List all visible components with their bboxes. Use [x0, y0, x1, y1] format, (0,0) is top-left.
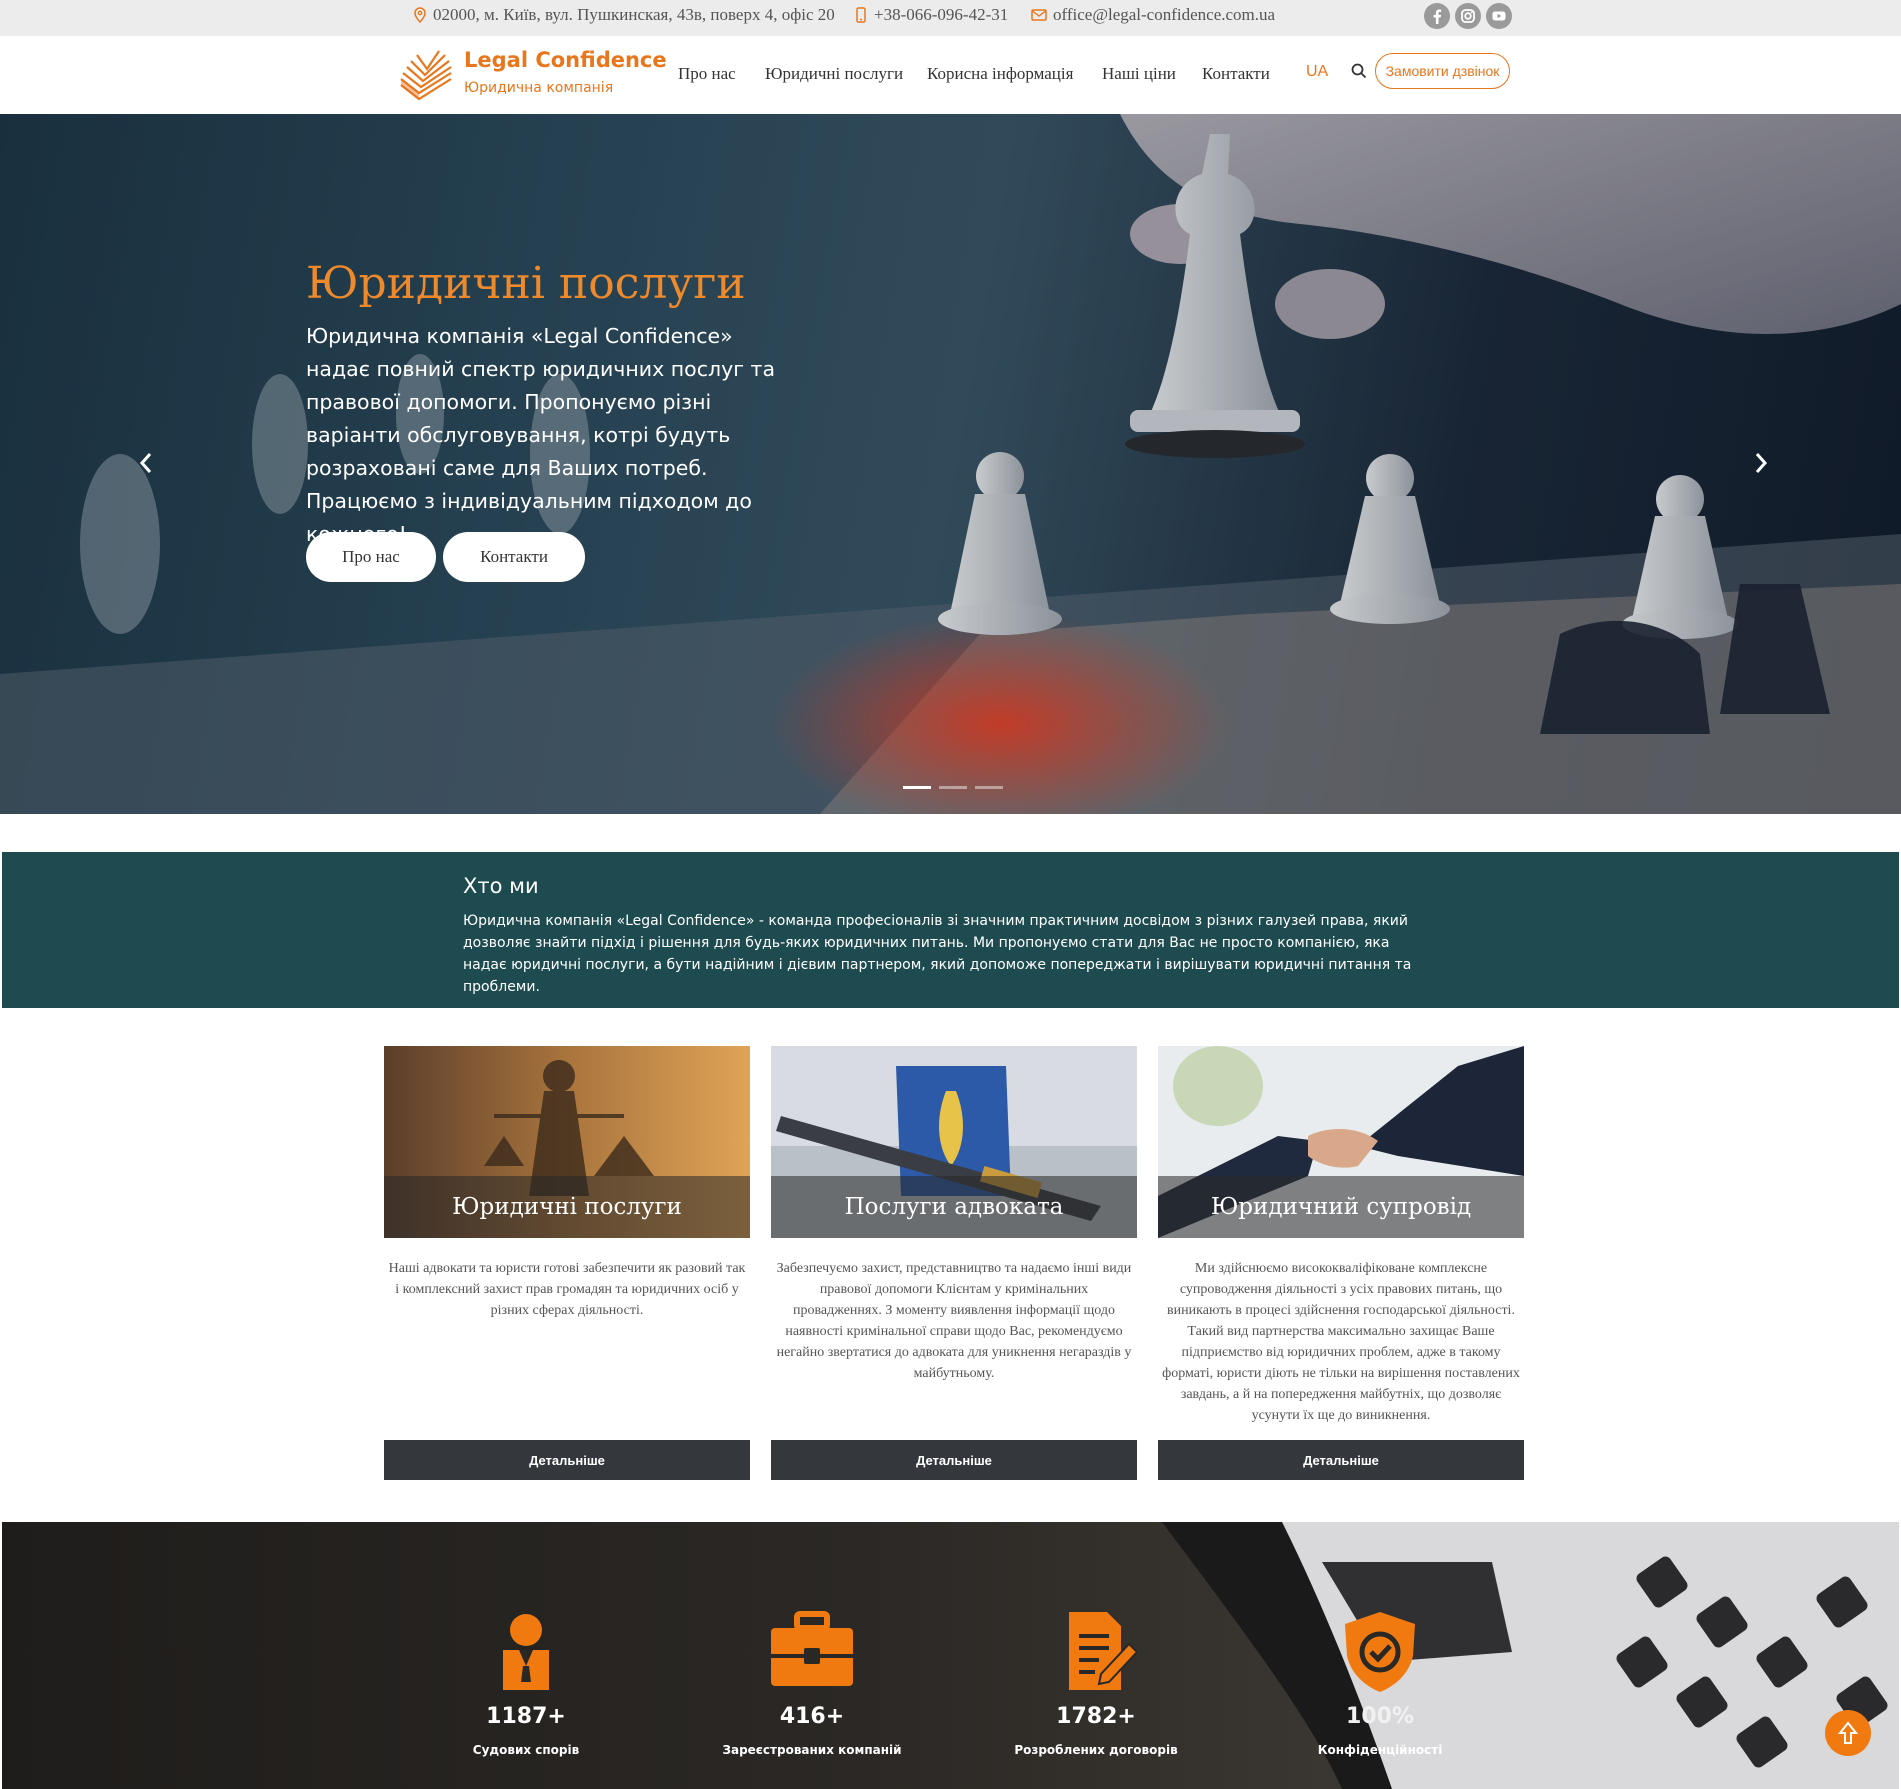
stat-value: 1782+ [1056, 1704, 1136, 1729]
stat-label: Конфіденційності [1317, 1743, 1443, 1757]
order-call-button[interactable]: Замовити дзвінок [1375, 53, 1510, 89]
service-card-legal: Юридичні послуги Наші адвокати та юристи… [384, 1046, 750, 1480]
language-switch[interactable]: UA [1306, 63, 1328, 81]
phone-icon [856, 7, 866, 23]
stats-section: 1187+ Судових спорів 416+ Зареєстрованих… [2, 1522, 1899, 1789]
service-image-pen: Послуги адвоката [771, 1046, 1137, 1238]
who-title: Хто ми [463, 874, 539, 898]
logo-subtitle: Юридична компанія [464, 80, 614, 96]
stat-label: Судових спорів [472, 1743, 580, 1757]
youtube-icon[interactable] [1486, 3, 1512, 29]
service-description: Забезпечуємо захист, представництво та н… [776, 1261, 1132, 1381]
lawyer-icon [503, 1614, 549, 1690]
nav-legal-services[interactable]: Юридичні послуги [765, 64, 903, 84]
hero-text: Юридична компанія «Legal Confidence» над… [306, 324, 776, 546]
nav-prices[interactable]: Наші ціни [1102, 64, 1176, 84]
address-text: 02000, м. Київ, вул. Пушкинская, 43в, по… [433, 5, 835, 24]
stat-value: 416+ [779, 1704, 845, 1729]
who-we-are-section: Хто ми Юридична компанія «Legal Confiden… [2, 852, 1899, 1008]
stat-value: 1187+ [486, 1704, 566, 1729]
briefcase-icon [771, 1611, 853, 1686]
nav-about[interactable]: Про нас [678, 64, 736, 84]
service-more-button[interactable]: Детальніше [384, 1440, 750, 1480]
stat-contracts: 1782+ Розроблених договорів [976, 1610, 1216, 1757]
scroll-to-top-button[interactable] [1825, 1710, 1871, 1756]
stat-label: Розроблених договорів [1014, 1743, 1178, 1757]
stat-companies: 416+ Зареєстрованих компаній [692, 1610, 932, 1757]
nav-contacts[interactable]: Контакти [1202, 64, 1270, 84]
slider-next-arrow[interactable] [1750, 448, 1772, 478]
phone-text[interactable]: +38-066-096-42-31 [874, 5, 1008, 25]
service-title[interactable]: Юридичні послуги [384, 1176, 750, 1238]
arrow-up-icon [1838, 1721, 1858, 1744]
service-more-button[interactable]: Детальніше [771, 1440, 1137, 1480]
search-icon[interactable] [1350, 62, 1368, 80]
address: 02000, м. Київ, вул. Пушкинская, 43в, по… [413, 5, 835, 25]
chevron-right-icon [1755, 453, 1768, 473]
email-text[interactable]: office@legal-confidence.com.ua [1053, 5, 1275, 25]
instagram-icon[interactable] [1455, 3, 1481, 29]
service-more-button[interactable]: Детальніше [1158, 1440, 1524, 1480]
service-title[interactable]: Юридичний супровід [1158, 1176, 1524, 1238]
hero-contacts-button[interactable]: Контакти [443, 532, 585, 582]
who-text: Юридична компанія «Legal Confidence» - к… [463, 913, 1412, 995]
laptop-background-image [1162, 1522, 1899, 1789]
location-icon [414, 7, 426, 23]
shield-check-icon [1345, 1612, 1415, 1692]
phone[interactable]: +38-066-096-42-31 [854, 5, 1008, 25]
service-description: Наші адвокати та юристи готові забезпечи… [388, 1261, 746, 1318]
stat-confidentiality: 100% Конфіденційності [1260, 1610, 1500, 1757]
slider-prev-arrow[interactable] [135, 448, 157, 478]
hero-slider: Юридичні послуги Юридична компанія «Lega… [0, 114, 1901, 814]
nav-useful-info[interactable]: Корисна інформація [927, 64, 1073, 84]
email[interactable]: office@legal-confidence.com.ua [1031, 5, 1275, 25]
stat-value: 100% [1346, 1704, 1414, 1729]
chess-background-image [0, 114, 1901, 814]
service-image-justice: Юридичні послуги [384, 1046, 750, 1238]
service-description: Ми здійснюємо висококваліфіковане компле… [1162, 1261, 1520, 1423]
hero-about-button[interactable]: Про нас [306, 532, 436, 582]
stat-label: Зареєстрованих компаній [722, 1743, 902, 1757]
slider-dot-3[interactable] [975, 786, 1003, 789]
hero-title: Юридичні послуги [306, 258, 746, 309]
mail-icon [1031, 9, 1047, 21]
logo-title[interactable]: Legal Confidence [464, 48, 667, 72]
stat-cases: 1187+ Судових спорів [406, 1610, 646, 1757]
facebook-icon[interactable] [1424, 3, 1450, 29]
service-card-support: Юридичний супровід Ми здійснюємо високок… [1158, 1046, 1524, 1480]
slider-dot-2[interactable] [939, 786, 967, 789]
site-header: Legal Confidence Юридична компанія Про н… [0, 36, 1901, 114]
top-bar: 02000, м. Київ, вул. Пушкинская, 43в, по… [0, 0, 1901, 36]
service-title[interactable]: Послуги адвоката [771, 1176, 1137, 1238]
service-card-lawyer: Послуги адвоката Забезпечуємо захист, пр… [771, 1046, 1137, 1480]
service-image-handshake: Юридичний супровід [1158, 1046, 1524, 1238]
slider-dot-1[interactable] [903, 786, 931, 789]
document-pen-icon [1069, 1612, 1139, 1690]
logo-icon[interactable] [397, 45, 455, 103]
chevron-left-icon [139, 453, 152, 473]
